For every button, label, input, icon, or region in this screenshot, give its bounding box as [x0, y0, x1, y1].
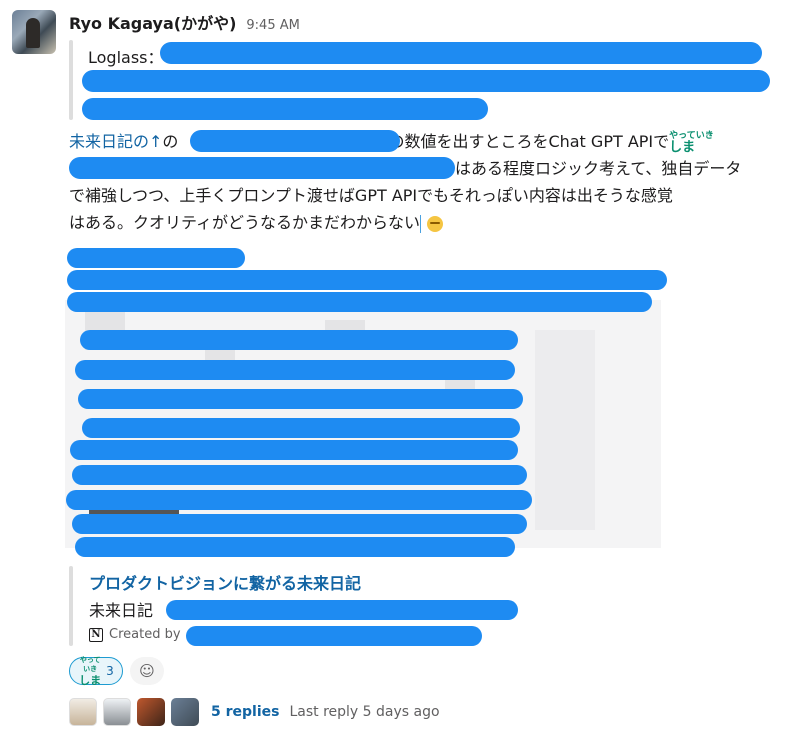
last-reply-time: Last reply 5 days ago — [289, 704, 440, 720]
add-reaction-button[interactable]: ☺ — [130, 657, 164, 685]
message-timestamp[interactable]: 9:45 AM — [246, 18, 299, 33]
add-emoji-icon: ☺ — [139, 662, 155, 680]
body-text: で補強しつつ、上手くプロンプト渡せばGPT APIでもそれっぽい内容は出そうな感… — [69, 186, 673, 205]
redaction — [70, 440, 518, 460]
redaction — [67, 292, 652, 312]
redaction — [160, 42, 762, 64]
replies-link[interactable]: 5 replies — [211, 704, 279, 720]
redaction — [66, 490, 532, 510]
replier-avatar[interactable] — [103, 698, 131, 726]
message-header: Ryo Kagaya(かがや) 9:45 AM — [69, 10, 300, 34]
sender-name[interactable]: Ryo Kagaya(かがや) — [69, 10, 236, 34]
redaction — [67, 270, 667, 290]
replier-avatar[interactable] — [69, 698, 97, 726]
redaction — [75, 537, 515, 557]
quote-bar — [69, 40, 73, 120]
body-text: の数値を出すところをChat GPT APIで — [388, 132, 670, 151]
redaction — [82, 70, 770, 92]
link-preview-meta: N Created by — [89, 627, 181, 642]
redaction — [166, 600, 518, 620]
redaction — [75, 360, 515, 380]
internal-link[interactable]: 未来日記の↑ — [69, 132, 162, 151]
redaction — [67, 248, 245, 268]
yatteiki-emoji-icon: やっていき しま — [79, 655, 102, 687]
redaction — [186, 626, 482, 646]
text-cursor — [420, 214, 422, 233]
redaction — [72, 465, 527, 485]
quote-label: Loglass： — [88, 48, 164, 67]
link-preview-title[interactable]: プロダクトビジョンに繋がる未来日記 — [89, 570, 361, 594]
link-preview-description: 未来日記 — [89, 601, 154, 620]
reaction-count: 3 — [106, 664, 114, 678]
replier-avatar[interactable] — [137, 698, 165, 726]
yatteiki-emoji-icon: やっていき しま — [669, 130, 714, 155]
redaction — [69, 157, 455, 179]
sender-avatar[interactable] — [12, 10, 56, 54]
redaction — [82, 418, 520, 438]
thinking-face-emoji-icon — [427, 215, 444, 232]
redaction — [78, 389, 523, 409]
body-text: はある程度ロジック考えて、独自データ — [455, 159, 742, 178]
reaction-yatteiki[interactable]: やっていき しま 3 — [69, 655, 123, 687]
thread-summary[interactable]: 5 replies Last reply 5 days ago — [69, 698, 440, 726]
body-text: の — [162, 132, 179, 151]
notion-icon: N — [89, 627, 103, 642]
created-by-label: Created by — [109, 627, 181, 642]
redaction — [72, 514, 527, 534]
redaction — [190, 130, 400, 152]
link-preview-bar — [69, 566, 73, 646]
redaction — [82, 98, 488, 120]
replier-avatar[interactable] — [171, 698, 199, 726]
redaction — [80, 330, 518, 350]
body-text: はある。クオリティがどうなるかまだわからない — [69, 213, 421, 232]
